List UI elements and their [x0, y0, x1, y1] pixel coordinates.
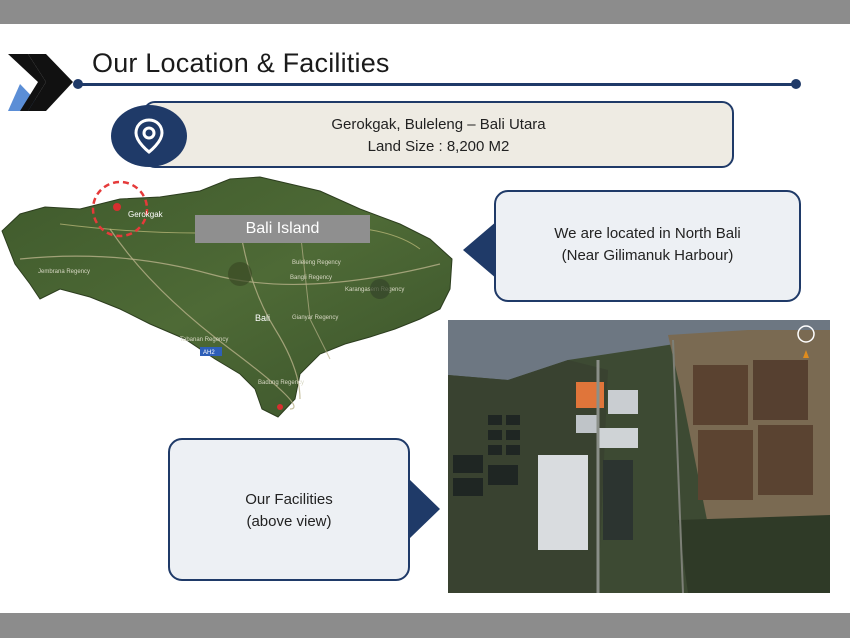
region-label: Buleleng Regency: [292, 260, 341, 266]
callout-pointer-left: [463, 221, 497, 279]
region-label: Bali: [255, 313, 270, 323]
location-address: Gerokgak, Buleleng – Bali Utara: [331, 116, 546, 133]
callout-line: We are located in North Bali: [554, 225, 741, 242]
road-badge: AH2: [203, 350, 215, 356]
land-size: Land Size : 8,200 M2: [367, 138, 510, 155]
callout-line: (above view): [246, 513, 332, 530]
logo-chevron-icon: [8, 54, 73, 111]
facilities-aerial-photo: [448, 320, 830, 593]
page-title: Our Location & Facilities: [92, 48, 390, 78]
marker-label: Gerokgak: [128, 210, 164, 219]
location-callout-text: We are located in North Bali (Near Gilim…: [494, 223, 801, 267]
underline-left-dot: [73, 79, 83, 89]
bali-island-label: Bali Island: [195, 215, 370, 243]
region-label: Tabanan Regency: [180, 337, 228, 343]
region-label: Badung Regency: [258, 380, 304, 386]
slide: Our Location & Facilities Gerokgak, Bule…: [0, 24, 850, 613]
callout-line: (Near Gilimanuk Harbour): [561, 247, 734, 264]
bottom-bar: [0, 613, 850, 638]
callout-pointer-right: [410, 480, 440, 538]
facilities-callout-text: Our Facilities (above view): [168, 489, 410, 533]
callout-line: Our Facilities: [245, 491, 333, 508]
region-label: Jembrana Regency: [38, 269, 90, 275]
underline-right-dot: [791, 79, 801, 89]
top-bar: [0, 0, 850, 24]
location-info-text: Gerokgak, Buleleng – Bali Utara Land Siz…: [143, 114, 734, 158]
region-label: Gianyar Regency: [292, 315, 338, 321]
region-label: Bangli Regency: [290, 275, 332, 281]
bali-island-map: Gerokgak Jembrana Regency Buleleng Regen…: [1, 176, 453, 418]
title-underline: [77, 83, 797, 86]
